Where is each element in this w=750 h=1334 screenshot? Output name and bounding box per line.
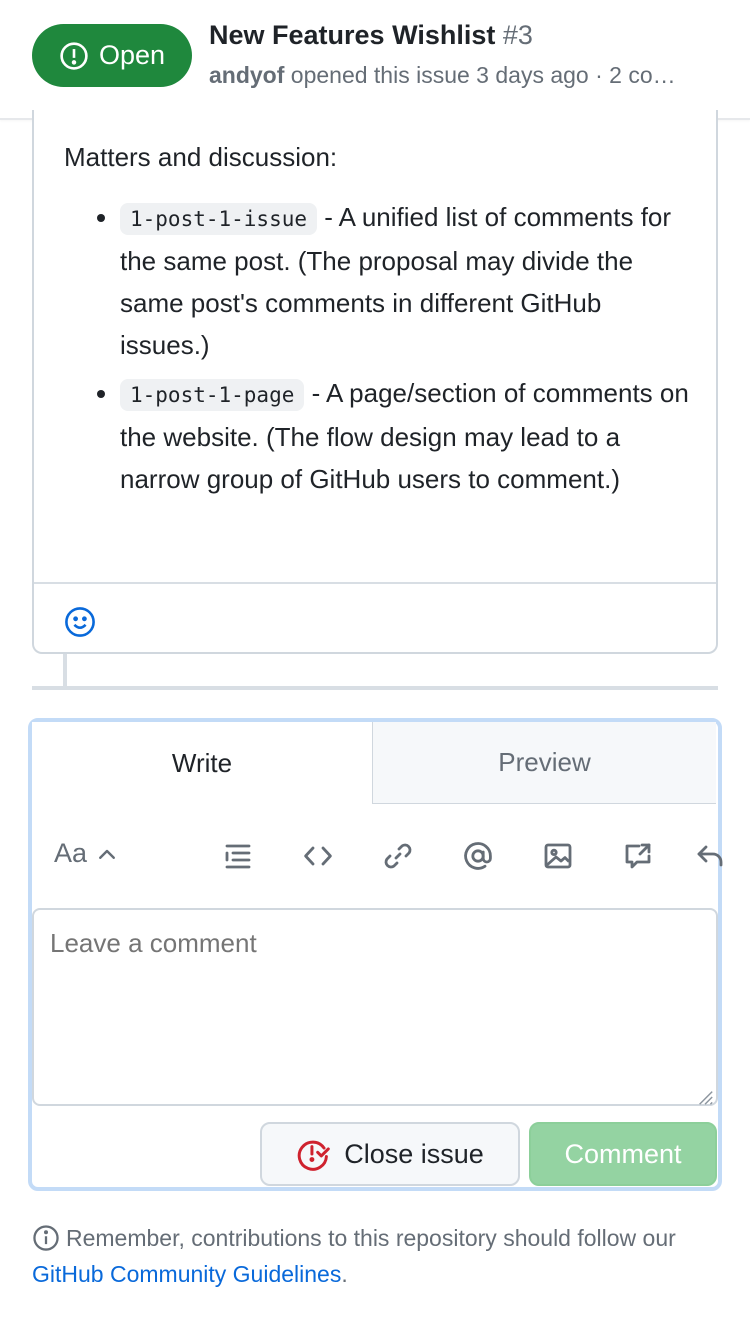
smiley-icon[interactable]: [64, 606, 96, 638]
issue-title-text: New Features Wishlist: [209, 20, 496, 50]
text-size-label: Aa: [54, 838, 88, 868]
cross-reference-button[interactable]: [618, 836, 658, 876]
info-icon: [33, 1225, 59, 1251]
reply-icon: [697, 845, 723, 867]
image-icon: [544, 843, 572, 869]
mention-button[interactable]: [458, 836, 498, 876]
issue-comment: Matters and discussion: 1-post-1-issue -…: [32, 110, 718, 654]
chevron-up-icon: [99, 849, 115, 859]
comment-body: Matters and discussion: 1-post-1-issue -…: [64, 136, 694, 506]
comment-editor: Write Preview Aa Leave a comment Close i…: [28, 718, 723, 1191]
list-item: 1-post-1-issue - A unified list of comme…: [120, 196, 694, 366]
timeline-line: [63, 654, 67, 688]
text-size-button[interactable]: Aa: [54, 838, 119, 869]
cross-reference-icon: [625, 843, 651, 869]
issue-header: Open New Features Wishlist #3 andyof ope…: [0, 0, 750, 120]
comment-textarea[interactable]: [32, 908, 718, 1106]
resize-grip-icon[interactable]: [696, 1088, 714, 1106]
comment-list: 1-post-1-issue - A unified list of comme…: [64, 196, 694, 500]
comment-button[interactable]: Comment: [529, 1122, 717, 1186]
note-trailing: .: [341, 1261, 348, 1287]
list-item: 1-post-1-page - A page/section of commen…: [120, 372, 694, 500]
issue-meta: andyof opened this issue 3 days ago · 2 …: [209, 62, 709, 89]
code-button[interactable]: [298, 836, 338, 876]
issue-author-link[interactable]: andyof: [209, 62, 284, 88]
reply-button[interactable]: [690, 836, 730, 876]
close-issue-label: Close issue: [344, 1138, 484, 1169]
close-issue-button[interactable]: Close issue: [260, 1122, 520, 1186]
issue-number: #3: [502, 20, 533, 50]
reaction-bar: [34, 582, 716, 652]
list-icon: [225, 844, 251, 869]
mention-icon: [464, 842, 492, 870]
contribution-note: Remember, contributions to this reposito…: [32, 1220, 722, 1292]
inline-code: 1-post-1-issue: [120, 203, 318, 235]
comment-intro: Matters and discussion:: [64, 142, 338, 172]
issue-closed-icon: [297, 1140, 331, 1171]
markdown-toolbar: Aa: [32, 804, 723, 908]
inline-code: 1-post-1-page: [120, 379, 305, 411]
editor-tabs: Write Preview: [32, 722, 718, 804]
issue-state-badge: Open: [32, 24, 192, 87]
tab-preview[interactable]: Preview: [373, 722, 716, 804]
code-icon: [304, 846, 332, 866]
list-button[interactable]: [218, 836, 258, 876]
community-guidelines-link[interactable]: GitHub Community Guidelines: [32, 1261, 341, 1287]
note-text: Remember, contributions to this reposito…: [66, 1225, 676, 1251]
image-button[interactable]: [538, 836, 578, 876]
tab-write[interactable]: Write: [32, 722, 373, 804]
issue-state-label: Open: [98, 40, 166, 70]
issue-opened-icon: [60, 41, 88, 70]
link-icon: [384, 843, 412, 869]
timeline-divider: [32, 686, 718, 690]
issue-title: New Features Wishlist #3: [209, 20, 533, 51]
issue-meta-text: opened this issue 3 days ago · 2 co…: [290, 62, 676, 88]
link-button[interactable]: [378, 836, 418, 876]
